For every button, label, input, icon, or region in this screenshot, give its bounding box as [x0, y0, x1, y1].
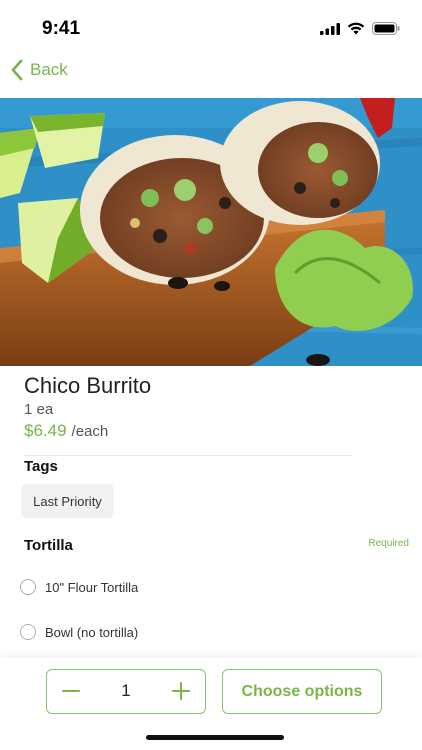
- battery-icon: [372, 22, 400, 35]
- plus-icon[interactable]: [170, 680, 192, 702]
- price-row: $6.49/each: [24, 421, 108, 441]
- quantity-stepper: 1: [46, 669, 206, 714]
- signal-icon: [320, 22, 340, 35]
- back-button[interactable]: Back: [10, 58, 68, 82]
- option-label: 10" Flour Tortilla: [45, 579, 139, 595]
- wifi-icon: [347, 22, 365, 35]
- chevron-left-icon: [11, 59, 23, 81]
- choose-options-button[interactable]: Choose options: [222, 669, 382, 714]
- option-flour-tortilla[interactable]: 10" Flour Tortilla: [20, 579, 138, 595]
- status-icons: [320, 22, 400, 35]
- option-label: Bowl (no tortilla): [45, 624, 139, 640]
- tag-chip: Last Priority: [21, 484, 114, 518]
- back-label: Back: [30, 60, 68, 79]
- radio-button[interactable]: [20, 624, 36, 640]
- radio-button[interactable]: [20, 579, 36, 595]
- product-image: [0, 98, 422, 366]
- product-price: $6.49: [24, 421, 67, 440]
- minus-icon[interactable]: [60, 680, 82, 702]
- status-bar: 9:41: [0, 0, 422, 56]
- product-title: Chico Burrito: [24, 373, 152, 398]
- product-quantity-unit: 1 ea: [24, 401, 54, 418]
- status-time: 9:41: [42, 18, 81, 39]
- price-unit: /each: [71, 423, 109, 440]
- required-label: Required: [368, 538, 409, 549]
- divider: [24, 455, 352, 456]
- tags-heading: Tags: [24, 458, 58, 475]
- option-bowl[interactable]: Bowl (no tortilla): [20, 624, 138, 640]
- quantity-value: 1: [121, 681, 131, 700]
- home-indicator: [146, 735, 284, 740]
- tortilla-heading: Tortilla: [24, 537, 73, 554]
